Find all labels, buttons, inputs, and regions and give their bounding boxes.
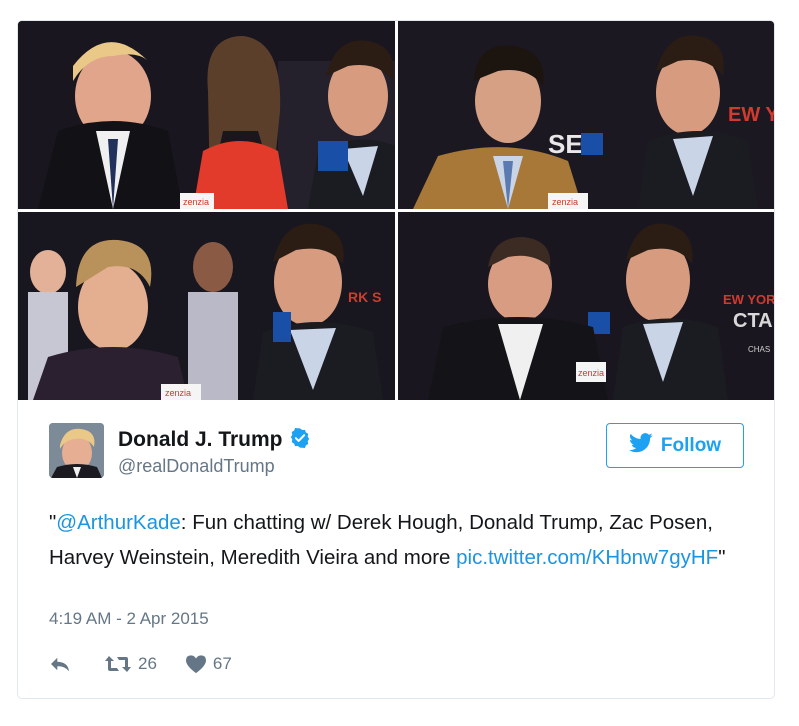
svg-text:CTA: CTA <box>733 310 773 332</box>
like-count: 67 <box>212 654 232 673</box>
svg-text:zenzia: zenzia <box>165 388 191 398</box>
quote-close: " <box>718 546 726 569</box>
reply-icon <box>49 655 71 673</box>
photo-grid: zenzia SE EW Y zenzia RK S zenzia EW YOR… <box>18 21 774 400</box>
author-names: Donald J. Trump @realDonaldTrump <box>118 427 311 477</box>
action-bar: 26 67 <box>49 649 232 679</box>
photo-3[interactable]: RK S zenzia <box>18 212 395 400</box>
svg-text:zenzia: zenzia <box>183 197 209 207</box>
tweet-card: zenzia SE EW Y zenzia RK S zenzia EW YOR… <box>17 20 775 699</box>
mention-link[interactable]: @ArthurKade <box>56 511 181 534</box>
display-name[interactable]: Donald J. Trump <box>118 428 283 452</box>
bird-icon <box>628 432 653 459</box>
svg-text:zenzia: zenzia <box>578 368 604 378</box>
svg-text:CHAS: CHAS <box>748 345 770 354</box>
timestamp[interactable]: 4:19 AM - 2 Apr 2015 <box>49 609 209 629</box>
retweet-button[interactable]: 26 <box>104 654 157 674</box>
avatar[interactable] <box>49 423 104 478</box>
verified-badge-icon <box>289 427 311 449</box>
like-button[interactable]: 67 <box>185 654 232 674</box>
heart-icon <box>185 654 207 674</box>
svg-text:EW YOR: EW YOR <box>723 292 774 307</box>
photo-1[interactable]: zenzia <box>18 21 395 209</box>
media-link[interactable]: pic.twitter.com/KHbnw7gyHF <box>456 546 718 569</box>
svg-text:zenzia: zenzia <box>552 197 578 207</box>
follow-label: Follow <box>660 434 722 456</box>
reply-button[interactable] <box>49 655 79 673</box>
tweet-text: "@ArthurKade: Fun chatting w/ Derek Houg… <box>49 505 749 575</box>
photo-2[interactable]: SE EW Y zenzia <box>398 21 774 209</box>
svg-text:SE: SE <box>548 129 583 159</box>
retweet-count: 26 <box>138 654 157 673</box>
photo-4[interactable]: EW YOR CTA CHAS zenzia <box>398 212 774 400</box>
handle[interactable]: @realDonaldTrump <box>118 456 311 477</box>
svg-text:RK S: RK S <box>348 289 381 305</box>
svg-text:EW Y: EW Y <box>728 104 774 126</box>
retweet-icon <box>104 654 132 674</box>
follow-button[interactable]: Follow <box>606 423 744 468</box>
